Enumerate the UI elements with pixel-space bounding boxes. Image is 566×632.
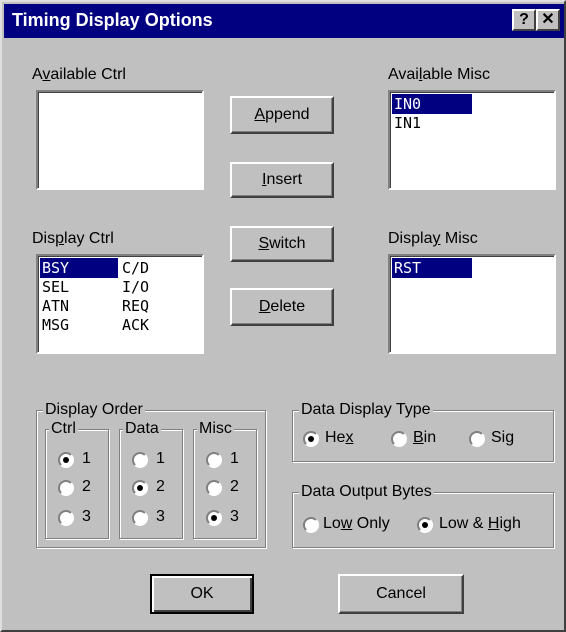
hex-label: Hex: [325, 429, 354, 446]
data-order-radio-2[interactable]: [132, 480, 148, 496]
display-misc-list[interactable]: RST: [388, 254, 556, 354]
ok-button[interactable]: OK: [150, 574, 254, 614]
list-item-msg[interactable]: MSG: [40, 315, 69, 335]
title-bar[interactable]: Timing Display Options ? ✕: [4, 4, 564, 38]
ctrl-order-label-1: 1: [82, 450, 91, 467]
bin-label: Bin: [413, 429, 437, 446]
display-misc-label: Display Misc: [388, 230, 478, 247]
misc-order-title: Misc: [197, 420, 234, 438]
display-order-group: Display Order Ctrl 1 2 3 Data 1 2 3 Misc…: [36, 401, 266, 548]
misc-order-radio-2[interactable]: [206, 480, 222, 496]
available-misc-list[interactable]: IN0 IN1: [388, 90, 556, 190]
display-ctrl-label: Display Ctrl: [32, 230, 114, 247]
ctrl-order-title: Ctrl: [49, 420, 78, 438]
ctrl-order-label-2: 2: [82, 478, 91, 495]
help-icon: ?: [519, 11, 529, 28]
list-item-ack[interactable]: ACK: [120, 315, 149, 335]
help-button[interactable]: ?: [512, 9, 536, 31]
data-order-label-2: 2: [156, 478, 165, 495]
data-order-label-1: 1: [156, 450, 165, 467]
display-ctrl-list[interactable]: BSY SEL ATN MSG C/D I/O REQ ACK: [36, 254, 204, 354]
append-button[interactable]: Append: [230, 96, 334, 134]
ctrl-order-radio-2[interactable]: [58, 480, 74, 496]
list-item-io[interactable]: I/O: [120, 277, 149, 297]
delete-button[interactable]: Delete: [230, 288, 334, 326]
misc-order-radio-3[interactable]: [206, 510, 222, 526]
data-display-type-group: Data Display Type Hex Bin Sig: [292, 401, 554, 462]
available-ctrl-label: Available Ctrl: [32, 66, 126, 83]
available-ctrl-list[interactable]: [36, 90, 204, 190]
ctrl-order-radio-1[interactable]: [58, 452, 74, 468]
window-title: Timing Display Options: [12, 10, 213, 30]
misc-order-radio-1[interactable]: [206, 452, 222, 468]
data-order-label-3: 3: [156, 508, 165, 525]
data-display-type-title: Data Display Type: [299, 401, 433, 419]
data-order-title: Data: [123, 420, 161, 438]
list-item-req[interactable]: REQ: [120, 296, 149, 316]
hex-radio[interactable]: [303, 431, 319, 447]
available-misc-label: Available Misc: [388, 66, 490, 83]
low-high-label: Low & High: [439, 515, 521, 532]
list-item-in0[interactable]: IN0: [392, 94, 472, 114]
list-item-cd[interactable]: C/D: [120, 258, 149, 278]
data-output-bytes-group: Data Output Bytes Low Only Low & High: [292, 483, 554, 548]
close-button[interactable]: ✕: [536, 9, 560, 31]
close-icon: ✕: [541, 11, 555, 28]
bin-radio[interactable]: [391, 431, 407, 447]
misc-order-label-2: 2: [230, 478, 239, 495]
ctrl-order-radio-3[interactable]: [58, 510, 74, 526]
list-item-sel[interactable]: SEL: [40, 277, 69, 297]
dialog-window: Timing Display Options ? ✕ Available Ctr…: [0, 0, 566, 632]
list-item-bsy[interactable]: BSY: [40, 258, 118, 278]
ctrl-order-label-3: 3: [82, 508, 91, 525]
low-only-label: Low Only: [323, 515, 390, 532]
list-item-rst[interactable]: RST: [392, 258, 472, 278]
misc-order-label-3: 3: [230, 508, 239, 525]
misc-order-group: Misc 1 2 3: [193, 420, 257, 539]
insert-button[interactable]: Insert: [230, 162, 334, 198]
low-only-radio[interactable]: [303, 517, 319, 533]
data-order-group: Data 1 2 3: [119, 420, 183, 539]
ctrl-order-group: Ctrl 1 2 3: [45, 420, 109, 539]
data-output-bytes-title: Data Output Bytes: [299, 483, 434, 501]
sig-label: Sig: [491, 429, 515, 446]
cancel-button[interactable]: Cancel: [338, 574, 464, 614]
data-order-radio-3[interactable]: [132, 510, 148, 526]
switch-button[interactable]: Switch: [230, 226, 334, 262]
sig-radio[interactable]: [469, 431, 485, 447]
low-high-radio[interactable]: [417, 517, 433, 533]
data-order-radio-1[interactable]: [132, 452, 148, 468]
display-order-title: Display Order: [43, 401, 145, 419]
misc-order-label-1: 1: [230, 450, 239, 467]
list-item-atn[interactable]: ATN: [40, 296, 69, 316]
list-item-in1[interactable]: IN1: [392, 113, 421, 133]
